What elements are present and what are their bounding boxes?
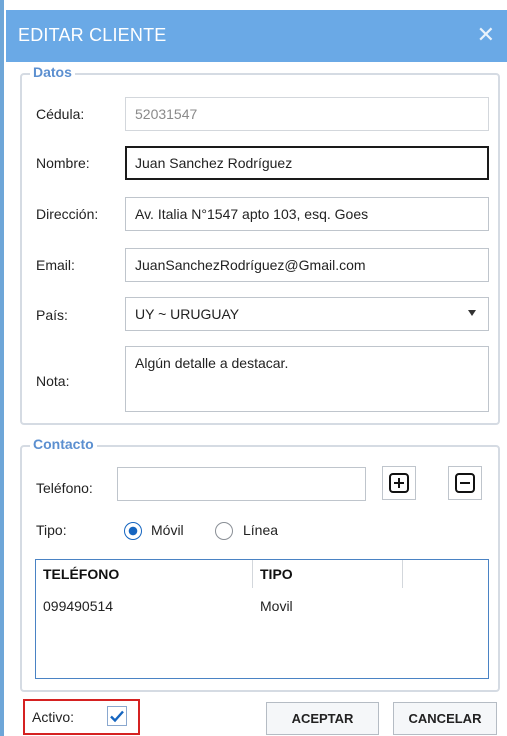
- pais-label: País:: [36, 307, 68, 323]
- direccion-field[interactable]: Av. Italia N°1547 apto 103, esq. Goes: [125, 197, 489, 231]
- nombre-label: Nombre:: [36, 155, 90, 171]
- nombre-field[interactable]: Juan Sanchez Rodríguez: [125, 146, 489, 180]
- radio-linea-label[interactable]: Línea: [243, 522, 278, 538]
- cancelar-button[interactable]: CANCELAR: [393, 702, 497, 735]
- nota-field[interactable]: Algún detalle a destacar.: [125, 346, 489, 412]
- radio-movil[interactable]: [124, 522, 142, 540]
- minus-square-icon: [455, 473, 475, 493]
- add-phone-button[interactable]: [382, 466, 416, 500]
- title-bar: EDITAR CLIENTE ✕: [6, 10, 507, 62]
- direccion-label: Dirección:: [36, 206, 99, 222]
- remove-phone-button[interactable]: [448, 466, 482, 500]
- activo-checkbox[interactable]: [107, 706, 127, 726]
- table-header: TELÉFONO TIPO: [36, 560, 488, 588]
- aceptar-button[interactable]: ACEPTAR: [266, 702, 379, 735]
- chevron-down-icon: [468, 310, 476, 316]
- datos-legend: Datos: [30, 64, 75, 80]
- window-edge: [0, 0, 4, 736]
- radio-movil-label[interactable]: Móvil: [151, 522, 184, 538]
- column-header-telefono[interactable]: TELÉFONO: [36, 560, 253, 588]
- tipo-label: Tipo:: [36, 522, 67, 538]
- checkmark-icon: [110, 710, 124, 723]
- radio-linea[interactable]: [215, 522, 233, 540]
- plus-square-icon: [389, 473, 409, 493]
- telefono-field[interactable]: [117, 467, 366, 501]
- email-label: Email:: [36, 257, 75, 273]
- telefono-label: Teléfono:: [36, 480, 93, 496]
- cedula-label: Cédula:: [36, 106, 85, 122]
- email-field[interactable]: JuanSanchezRodríguez@Gmail.com: [125, 248, 489, 282]
- close-icon[interactable]: ✕: [477, 20, 495, 50]
- nota-label: Nota:: [36, 373, 70, 389]
- cedula-field: 52031547: [125, 97, 489, 131]
- activo-label: Activo:: [32, 709, 75, 725]
- cell-tipo: Movil: [260, 598, 293, 614]
- contacto-legend: Contacto: [30, 436, 97, 452]
- pais-select[interactable]: UY ~ URUGUAY: [125, 297, 489, 331]
- cell-telefono: 099490514: [43, 598, 114, 614]
- phones-table[interactable]: TELÉFONO TIPO 099490514 Movil: [35, 559, 489, 679]
- window-title: EDITAR CLIENTE: [18, 25, 167, 45]
- column-header-tipo[interactable]: TIPO: [253, 560, 403, 588]
